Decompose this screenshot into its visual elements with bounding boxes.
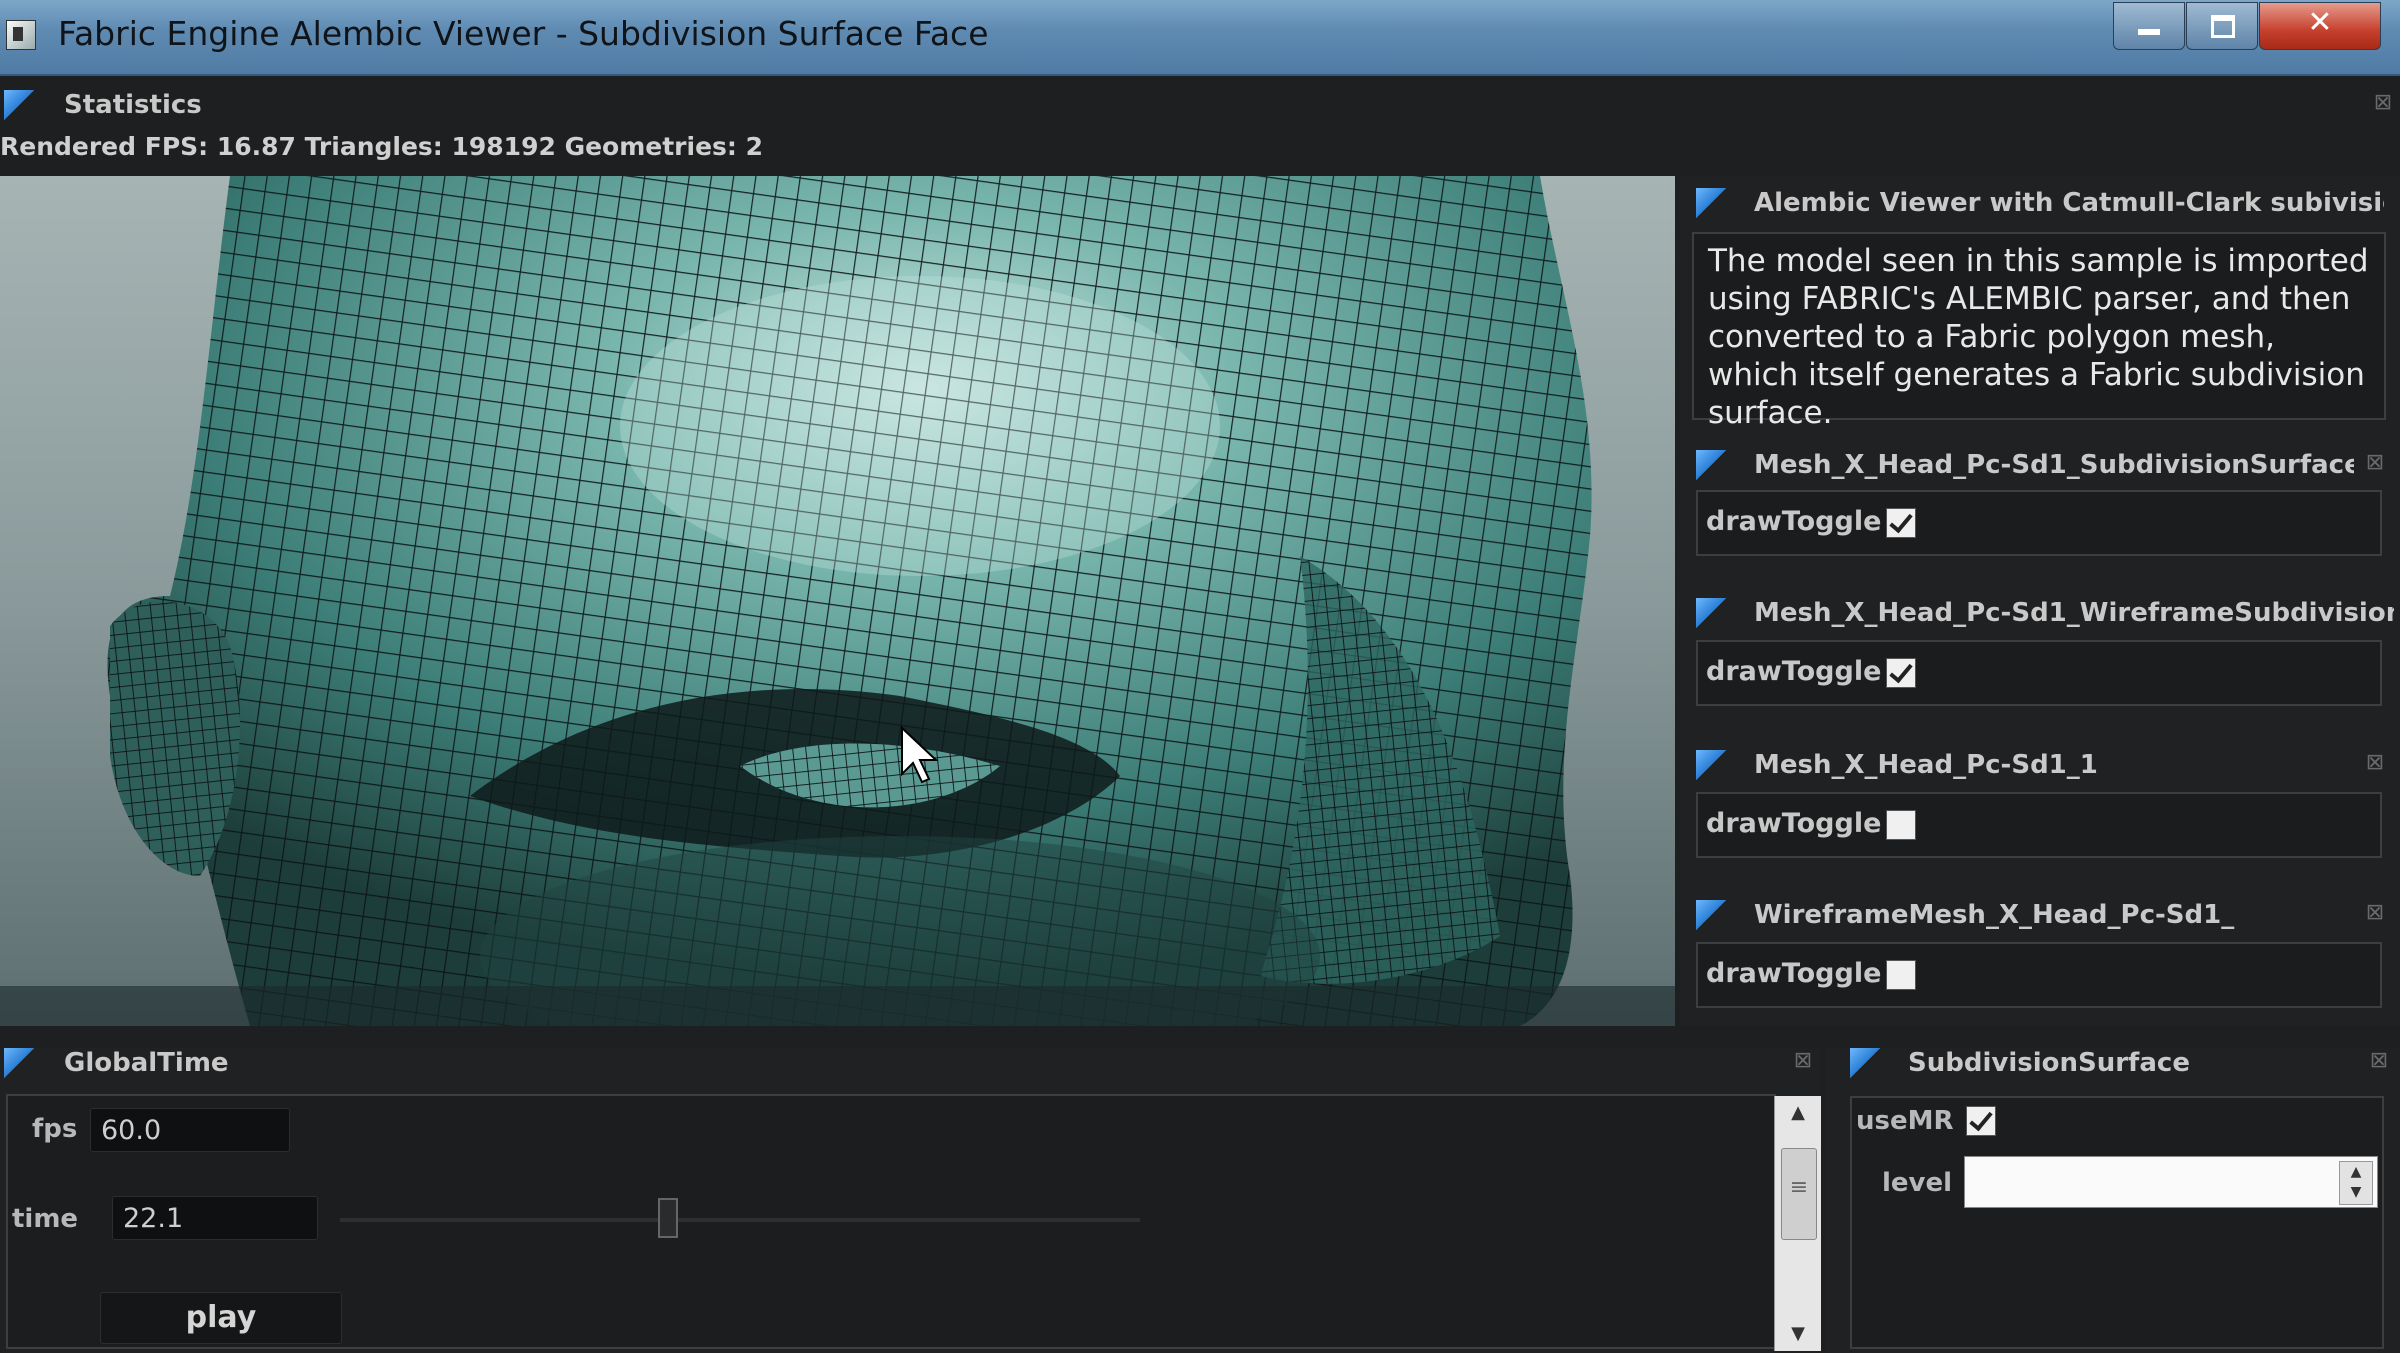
usemr-checkbox[interactable] — [1966, 1106, 1996, 1136]
panel-flag-icon — [1696, 188, 1726, 218]
usemr-label: useMR — [1856, 1106, 1954, 1136]
close-icon[interactable]: ⊠ — [1792, 1050, 1814, 1072]
mesh-panel-title: WireframeMesh_X_Head_Pc-Sd1_ — [1754, 900, 2235, 930]
mesh-panel-header: Mesh_X_Head_Pc-Sd1_WireframeSubdivisionS — [1692, 590, 2394, 636]
play-button[interactable]: play — [100, 1292, 342, 1344]
mesh-panel-title: Mesh_X_Head_Pc-Sd1_WireframeSubdivisionS — [1754, 598, 2394, 628]
panel-flag-icon — [1696, 750, 1726, 780]
time-input[interactable]: 22.1 — [112, 1196, 318, 1240]
info-title: Alembic Viewer with Catmull-Clark subivi… — [1754, 188, 2384, 218]
draw-toggle-checkbox[interactable] — [1886, 508, 1916, 538]
close-icon[interactable]: ⊠ — [2372, 92, 2394, 114]
3d-viewport[interactable] — [0, 176, 1675, 1026]
close-icon[interactable]: ⊠ — [2368, 1050, 2390, 1072]
draw-toggle-checkbox[interactable] — [1886, 658, 1916, 688]
wireframe-head-render — [0, 176, 1675, 1026]
vertical-scrollbar[interactable]: ▲ ▼ — [1774, 1096, 1821, 1351]
panel-flag-icon — [1696, 598, 1726, 628]
scroll-thumb[interactable] — [1781, 1148, 1817, 1240]
app-icon — [6, 20, 36, 50]
mesh-toggle-row: drawToggle — [1696, 640, 2382, 706]
panel-flag-icon — [1850, 1048, 1880, 1078]
info-description: The model seen in this sample is importe… — [1692, 232, 2386, 431]
close-icon[interactable]: ⊠ — [2364, 452, 2386, 474]
mesh-panel-title: Mesh_X_Head_Pc-Sd1_1 — [1754, 750, 2098, 780]
time-slider-handle[interactable] — [658, 1198, 678, 1238]
draw-toggle-checkbox[interactable] — [1886, 960, 1916, 990]
scroll-up-arrow-icon[interactable]: ▲ — [1775, 1096, 1821, 1130]
close-icon[interactable]: ⊠ — [2364, 752, 2386, 774]
close-window-button[interactable]: ✕ — [2259, 2, 2381, 50]
maximize-button[interactable] — [2186, 2, 2258, 50]
statistics-readout: Rendered FPS: 16.87 Triangles: 198192 Ge… — [0, 132, 764, 161]
panel-flag-icon — [1696, 450, 1726, 480]
draw-toggle-label: drawToggle — [1706, 656, 1882, 687]
draw-toggle-label: drawToggle — [1706, 808, 1882, 839]
fps-label: fps — [32, 1114, 78, 1144]
global-time-title: GlobalTime — [64, 1048, 229, 1078]
mesh-toggle-row: drawToggle — [1696, 490, 2382, 556]
time-slider-track[interactable] — [340, 1218, 1140, 1222]
panel-flag-icon — [1696, 900, 1726, 930]
statistics-header: Statistics ⊠ — [0, 82, 2400, 128]
draw-toggle-label: drawToggle — [1706, 506, 1882, 537]
spin-arrows-icon[interactable]: ▲ ▼ — [2339, 1161, 2373, 1205]
panel-flag-icon — [4, 1048, 34, 1078]
level-spinbox[interactable]: ▲ ▼ — [1964, 1156, 2378, 1208]
global-time-header: GlobalTime ⊠ — [0, 1040, 1820, 1086]
fps-input[interactable]: 60.0 — [90, 1108, 290, 1152]
mesh-toggle-row: drawToggle — [1696, 792, 2382, 858]
minimize-button[interactable] — [2113, 2, 2185, 50]
subdivision-title: SubdivisionSurface — [1908, 1048, 2190, 1078]
mesh-panel-header: WireframeMesh_X_Head_Pc-Sd1_ ⊠ — [1692, 892, 2392, 938]
panel-flag-icon — [4, 90, 34, 120]
mesh-panel-header: Mesh_X_Head_Pc-Sd1_1 ⊠ — [1692, 742, 2392, 788]
window-titlebar: Fabric Engine Alembic Viewer - Subdivisi… — [0, 0, 2400, 76]
close-icon[interactable]: ⊠ — [2364, 902, 2386, 924]
draw-toggle-checkbox[interactable] — [1886, 810, 1916, 840]
time-label: time — [12, 1204, 79, 1234]
level-label: level — [1882, 1168, 1953, 1198]
window-title: Fabric Engine Alembic Viewer - Subdivisi… — [58, 14, 989, 53]
draw-toggle-label: drawToggle — [1706, 958, 1882, 989]
mesh-panel-header: Mesh_X_Head_Pc-Sd1_SubdivisionSurface ⊠ — [1692, 442, 2392, 488]
subdivision-header: SubdivisionSurface ⊠ — [1846, 1040, 2396, 1086]
mesh-panel-title: Mesh_X_Head_Pc-Sd1_SubdivisionSurface — [1754, 450, 2354, 480]
scroll-down-arrow-icon[interactable]: ▼ — [1775, 1317, 1821, 1351]
info-header: Alembic Viewer with Catmull-Clark subivi… — [1692, 180, 2392, 226]
statistics-title: Statistics — [64, 90, 202, 120]
mesh-toggle-row: drawToggle — [1696, 942, 2382, 1008]
